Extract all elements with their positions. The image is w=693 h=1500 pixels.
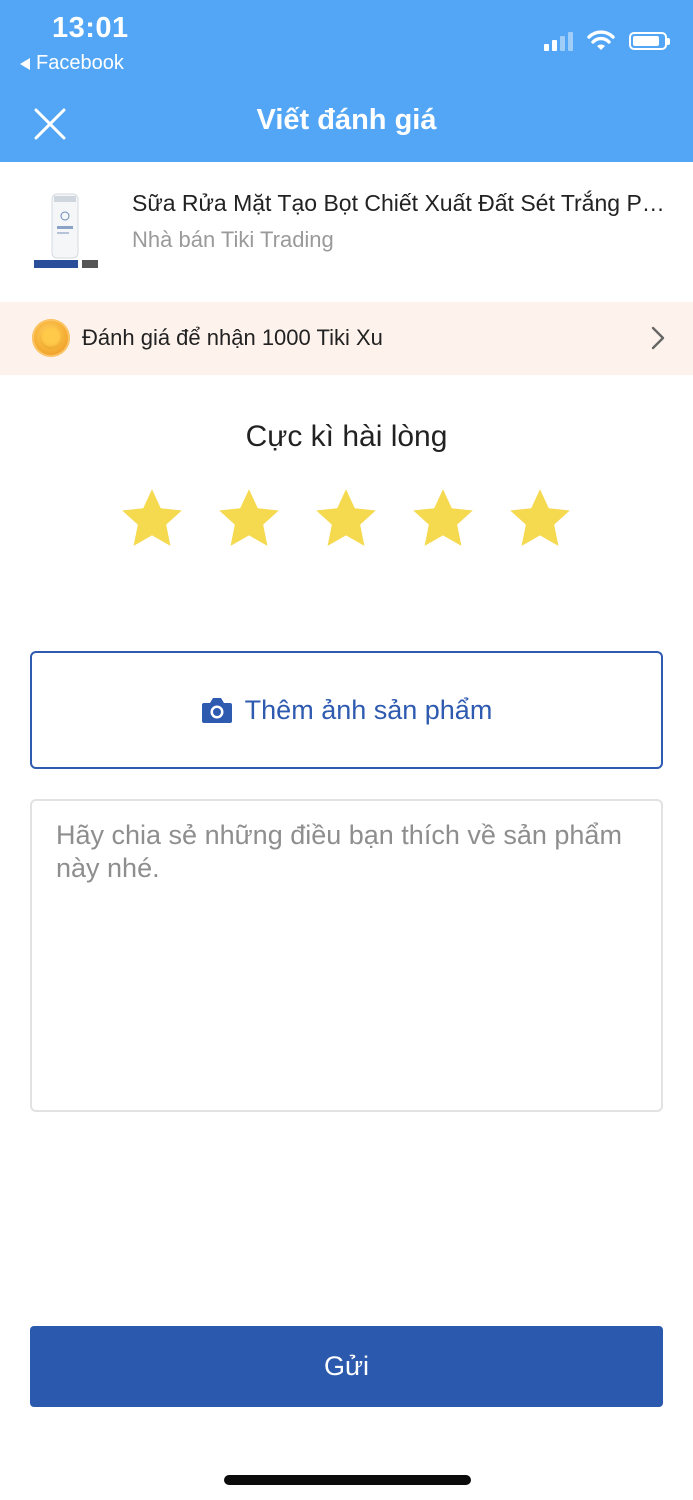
status-time: 13:01: [52, 12, 129, 44]
back-to-app-link[interactable]: Facebook: [20, 52, 124, 75]
product-summary: Sữa Rửa Mặt Tạo Bọt Chiết Xuất Đất Sét T…: [0, 162, 693, 300]
home-indicator: [224, 1475, 471, 1485]
chevron-right-icon: [651, 326, 665, 350]
reward-text: Đánh giá để nhận 1000 Tiki Xu: [82, 325, 383, 350]
review-textarea[interactable]: [30, 799, 663, 1112]
back-triangle-icon: [20, 57, 30, 70]
camera-icon: [201, 698, 232, 723]
coin-icon: [32, 319, 70, 357]
rating-label: Cực kì hài lòng: [245, 420, 448, 453]
reward-banner[interactable]: Đánh giá để nhận 1000 Tiki Xu: [0, 302, 693, 375]
submit-button[interactable]: Gửi: [30, 1326, 663, 1407]
page-title: Viết đánh giá: [256, 104, 437, 136]
wifi-icon: [587, 30, 615, 50]
star-icon-1[interactable]: [118, 485, 186, 553]
seller-name: Nhà bán Tiki Trading: [132, 227, 334, 252]
star-icon-3[interactable]: [312, 485, 380, 553]
status-icons: [544, 30, 670, 52]
add-photo-button[interactable]: Thêm ảnh sản phẩm: [30, 651, 663, 769]
star-icon-4[interactable]: [409, 485, 477, 553]
add-photo-label: Thêm ảnh sản phẩm: [244, 694, 493, 725]
product-name: Sữa Rửa Mặt Tạo Bọt Chiết Xuất Đất Sét T…: [132, 190, 667, 216]
product-thumbnail: [32, 188, 100, 274]
star-rating[interactable]: [118, 485, 574, 553]
battery-icon: [629, 32, 670, 50]
top-bar: 13:01 Facebook Viết đánh giá: [0, 0, 693, 162]
star-icon-2[interactable]: [215, 485, 283, 553]
back-app-label: Facebook: [36, 52, 124, 74]
cellular-signal-icon: [544, 31, 573, 51]
star-icon-5[interactable]: [506, 485, 574, 553]
